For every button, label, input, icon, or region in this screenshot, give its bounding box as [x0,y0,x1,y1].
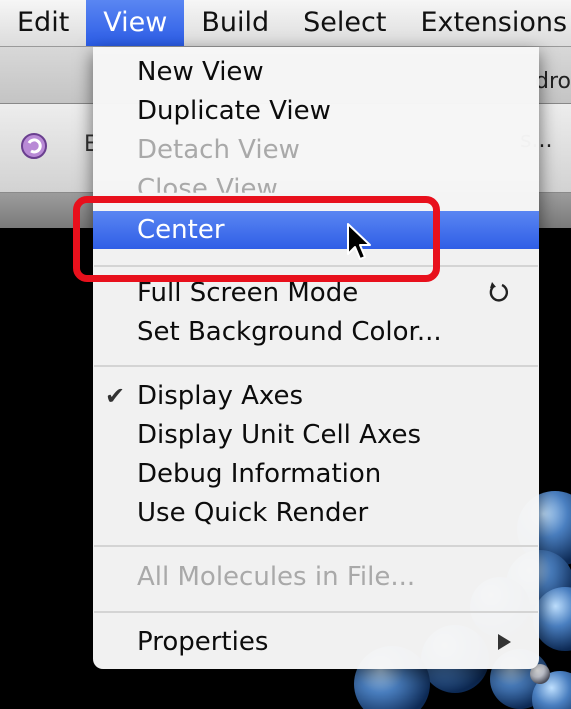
menu-item-duplicate-view[interactable]: Duplicate View [93,92,539,130]
menu-select[interactable]: Select [286,0,403,46]
submenu-arrow-icon [498,634,511,650]
menu-item-label: Display Unit Cell Axes [137,420,422,450]
menu-bar: Edit View Build Select Extensions [0,0,571,47]
menu-edit[interactable]: Edit [0,0,86,46]
menu-item-debug-information[interactable]: Debug Information [93,455,539,493]
menu-item-properties[interactable]: Properties [93,623,539,661]
menu-item-label: Detach View [137,135,300,165]
menu-item-label: Properties [137,627,269,657]
menu-item-label: All Molecules in File... [137,562,416,592]
highlight-annotation [73,196,440,282]
checkmark-icon: ✔ [105,382,126,410]
menu-item-label: Debug Information [137,459,382,489]
menu-item-label: Duplicate View [137,96,331,126]
menu-extensions[interactable]: Extensions [403,0,571,46]
menu-item-use-quick-render[interactable]: Use Quick Render [93,494,539,532]
menu-build[interactable]: Build [184,0,286,46]
menu-item-detach-view: Detach View [93,131,539,169]
menu-item-all-molecules-in-file: All Molecules in File... [93,558,539,596]
menu-item-set-background-color[interactable]: Set Background Color... [93,313,539,351]
undo-icon[interactable] [20,132,48,164]
menu-separator [94,545,538,547]
mouse-cursor-icon [347,223,371,260]
menu-separator [94,365,538,367]
menu-item-label: Display Axes [137,381,304,411]
menu-item-label: New View [137,57,264,87]
menu-item-new-view[interactable]: New View [93,53,539,91]
menu-item-label: Use Quick Render [137,498,369,528]
menu-item-display-unit-cell-axes[interactable]: Display Unit Cell Axes [93,416,539,454]
menu-item-label: Set Background Color... [137,317,442,347]
tab-label[interactable]: dro [535,69,571,94]
menu-item-display-axes[interactable]: ✔ Display Axes [93,377,539,415]
menu-separator [94,611,538,613]
menu-view[interactable]: View [86,0,185,46]
view-menu: New View Duplicate View Detach View Clos… [93,47,539,669]
rotate-refresh-icon [487,274,513,317]
